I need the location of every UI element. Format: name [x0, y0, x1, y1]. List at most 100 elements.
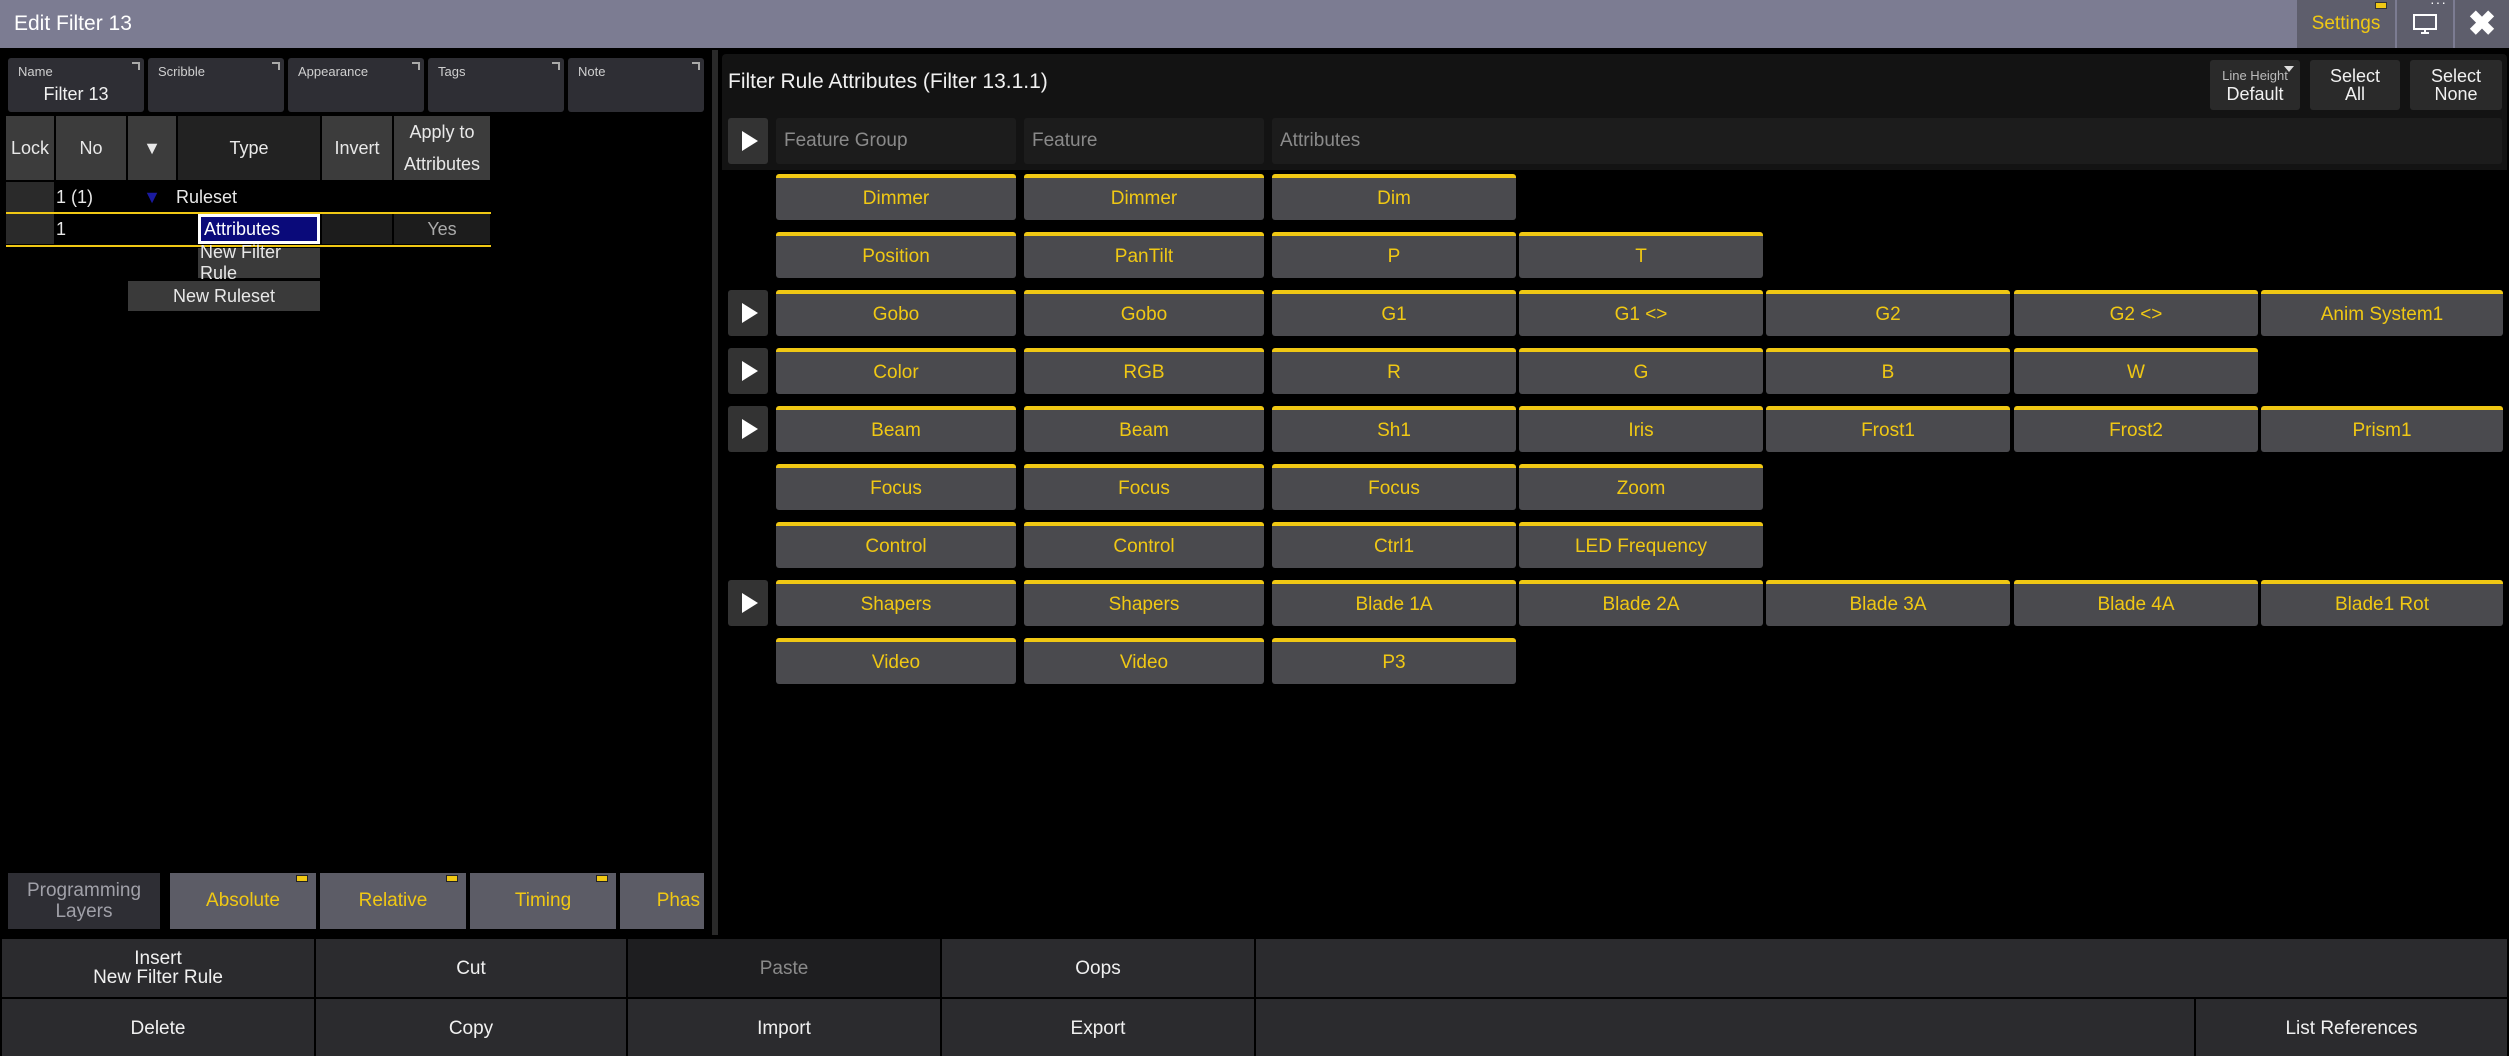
tags-field[interactable]: Tags — [428, 58, 564, 112]
attribute-list: Dimmer Dimmer Dim Position PanTilt P T Gobo Gobo… — [722, 170, 2507, 930]
feature-button[interactable]: Dimmer — [1024, 174, 1264, 220]
attribute-button[interactable]: G2 <> — [2014, 290, 2258, 336]
expand-row-button[interactable] — [728, 348, 768, 394]
attribute-button[interactable]: Anim System1 — [2261, 290, 2503, 336]
panel-divider[interactable] — [712, 50, 718, 935]
attribute-button[interactable]: Prism1 — [2261, 406, 2503, 452]
feature-group-button[interactable]: Video — [776, 638, 1016, 684]
attribute-button[interactable]: B — [1766, 348, 2010, 394]
rules-panel: Name Filter 13 Scribble Appearance Tags … — [0, 50, 710, 935]
feature-button[interactable]: Shapers — [1024, 580, 1264, 626]
feature-group-button[interactable]: Shapers — [776, 580, 1016, 626]
attribute-button[interactable]: P3 — [1272, 638, 1516, 684]
attribute-button[interactable]: P — [1272, 232, 1516, 278]
play-triangle-icon — [742, 303, 758, 323]
attribute-button[interactable]: G — [1519, 348, 1763, 394]
oops-button[interactable]: Oops — [942, 939, 1254, 997]
rule-lock-cell[interactable] — [6, 214, 54, 244]
delete-button[interactable]: Delete — [2, 999, 314, 1056]
new-ruleset-button[interactable]: New Ruleset — [128, 281, 320, 311]
attribute-button[interactable]: Frost1 — [1766, 406, 2010, 452]
insert-new-filter-rule-button[interactable]: Insert New Filter Rule — [2, 939, 314, 997]
edit-corner-icon — [692, 62, 700, 70]
cut-button[interactable]: Cut — [316, 939, 626, 997]
settings-button[interactable]: Settings — [2297, 0, 2395, 48]
note-field[interactable]: Note — [568, 58, 704, 112]
attribute-button[interactable]: Dim — [1272, 174, 1516, 220]
attribute-button[interactable]: LED Frequency — [1519, 522, 1763, 568]
feature-group-button[interactable]: Focus — [776, 464, 1016, 510]
feature-group-button[interactable]: Dimmer — [776, 174, 1016, 220]
expand-row-button[interactable] — [728, 406, 768, 452]
expand-row-button[interactable] — [728, 580, 768, 626]
feature-button[interactable]: PanTilt — [1024, 232, 1264, 278]
import-button[interactable]: Import — [628, 999, 940, 1056]
rule-invert-cell[interactable] — [322, 214, 392, 244]
feature-group-button[interactable]: Control — [776, 522, 1016, 568]
list-references-button[interactable]: List References — [2196, 999, 2507, 1056]
attribute-button[interactable]: Blade 1A — [1272, 580, 1516, 626]
col-no[interactable]: No — [56, 116, 126, 180]
col-sort[interactable]: ▼ — [128, 116, 176, 180]
rule-apply-cell[interactable]: Yes — [394, 214, 490, 244]
feature-button[interactable]: Gobo — [1024, 290, 1264, 336]
attribute-button[interactable]: G1 — [1272, 290, 1516, 336]
ruleset-lock-cell[interactable] — [6, 182, 54, 212]
attribute-button[interactable]: G1 <> — [1519, 290, 1763, 336]
name-label: Name — [18, 64, 53, 79]
attribute-button[interactable]: Ctrl1 — [1272, 522, 1516, 568]
sort-down-icon: ▼ — [143, 138, 161, 158]
col-type[interactable]: Type — [178, 116, 320, 180]
edit-corner-icon — [412, 62, 420, 70]
attribute-button[interactable]: Frost2 — [2014, 406, 2258, 452]
tab-timing[interactable]: Timing — [470, 873, 616, 929]
tab-programming-layers[interactable]: Programming Layers — [8, 873, 160, 929]
display-button[interactable]: ··· — [2397, 0, 2453, 48]
attribute-button[interactable]: Sh1 — [1272, 406, 1516, 452]
tab-phase[interactable]: Phas — [620, 873, 704, 929]
attribute-button[interactable]: T — [1519, 232, 1763, 278]
command-bar: Insert New Filter Rule Cut Paste Oops De… — [0, 937, 2509, 1056]
col-lock[interactable]: Lock — [6, 116, 54, 180]
attribute-button[interactable]: Blade1 Rot — [2261, 580, 2503, 626]
feature-group-button[interactable]: Color — [776, 348, 1016, 394]
attribute-button[interactable]: Blade 4A — [2014, 580, 2258, 626]
attribute-button[interactable]: G2 — [1766, 290, 2010, 336]
attribute-button[interactable]: Focus — [1272, 464, 1516, 510]
feature-button[interactable]: Beam — [1024, 406, 1264, 452]
expand-row-button[interactable] — [728, 290, 768, 336]
feature-button[interactable]: Focus — [1024, 464, 1264, 510]
attribute-button[interactable]: Zoom — [1519, 464, 1763, 510]
scribble-field[interactable]: Scribble — [148, 58, 284, 112]
name-field[interactable]: Name Filter 13 — [8, 58, 144, 112]
attribute-button[interactable]: Iris — [1519, 406, 1763, 452]
feature-group-button[interactable]: Gobo — [776, 290, 1016, 336]
attribute-button[interactable]: W — [2014, 348, 2258, 394]
expand-triangle-icon[interactable]: ▼ — [128, 182, 176, 212]
line-height-button[interactable]: Line Height Default — [2210, 60, 2300, 110]
feature-button[interactable]: Video — [1024, 638, 1264, 684]
tags-label: Tags — [438, 64, 466, 79]
new-filter-rule-button[interactable]: New Filter Rule — [198, 242, 320, 283]
feature-group-button[interactable]: Position — [776, 232, 1016, 278]
select-all-button[interactable]: Select All — [2310, 60, 2400, 110]
close-button[interactable]: ✖ — [2455, 0, 2509, 48]
tab-relative[interactable]: Relative — [320, 873, 466, 929]
expand-all-button[interactable] — [728, 118, 768, 164]
attribute-button[interactable]: Blade 3A — [1766, 580, 2010, 626]
appearance-label: Appearance — [298, 64, 369, 79]
col-invert[interactable]: Invert — [322, 116, 392, 180]
copy-button[interactable]: Copy — [316, 999, 626, 1056]
tab-absolute[interactable]: Absolute — [170, 873, 316, 929]
rule-type-cell[interactable]: Attributes — [198, 214, 320, 244]
paste-button[interactable]: Paste — [628, 939, 940, 997]
attribute-button[interactable]: Blade 2A — [1519, 580, 1763, 626]
feature-button[interactable]: RGB — [1024, 348, 1264, 394]
appearance-field[interactable]: Appearance — [288, 58, 424, 112]
feature-group-button[interactable]: Beam — [776, 406, 1016, 452]
col-apply[interactable]: Apply to Attributes — [394, 116, 490, 180]
attribute-button[interactable]: R — [1272, 348, 1516, 394]
select-none-button[interactable]: Select None — [2410, 60, 2502, 110]
feature-button[interactable]: Control — [1024, 522, 1264, 568]
export-button[interactable]: Export — [942, 999, 1254, 1056]
